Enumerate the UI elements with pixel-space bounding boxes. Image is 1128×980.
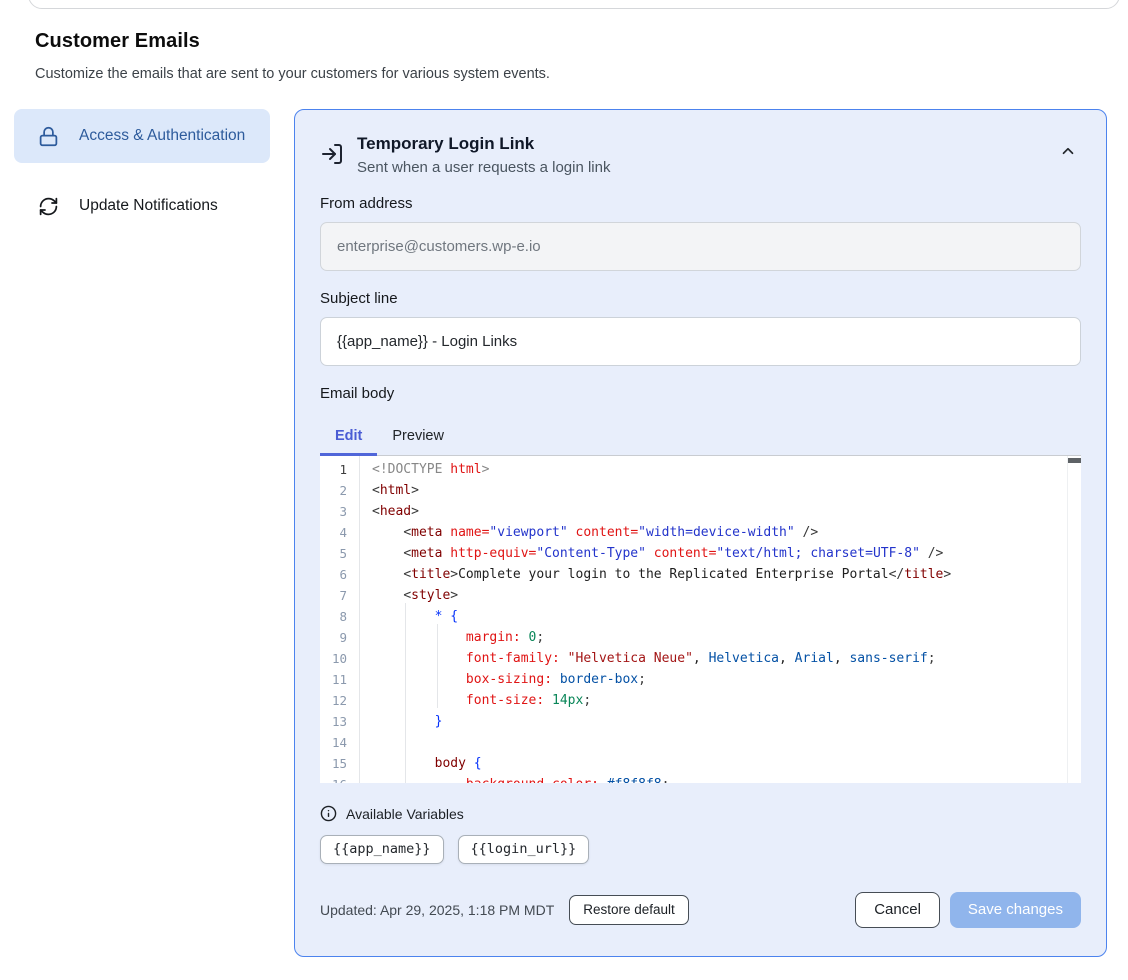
cancel-button[interactable]: Cancel	[855, 892, 940, 928]
restore-default-button[interactable]: Restore default	[569, 895, 689, 925]
line-number: 8	[320, 606, 359, 627]
page-title: Customer Emails	[35, 30, 1128, 53]
editor-code[interactable]: <!DOCTYPE html><html><head> <meta name="…	[359, 456, 1081, 783]
line-number: 7	[320, 585, 359, 606]
line-number: 3	[320, 501, 359, 522]
code-line: <head>	[372, 501, 1081, 522]
sidebar-item-update-notifications[interactable]: Update Notifications	[14, 183, 270, 229]
code-line: <!DOCTYPE html>	[372, 459, 1081, 480]
sidebar-item-label: Update Notifications	[79, 194, 218, 218]
line-number: 13	[320, 711, 359, 732]
variable-chips: {{app_name}} {{login_url}}	[320, 835, 1081, 864]
lock-icon	[38, 126, 59, 147]
from-address-input[interactable]	[320, 222, 1081, 271]
code-line: <style>	[372, 585, 1081, 606]
indent-guide	[437, 624, 438, 708]
page-header: Customer Emails Customize the emails tha…	[0, 0, 1128, 82]
available-variables-header: Available Variables	[320, 805, 1081, 822]
variable-chip-app-name[interactable]: {{app_name}}	[320, 835, 444, 864]
sidebar-item-label: Access & Authentication	[79, 124, 245, 148]
panel-header-text: Temporary Login Link Sent when a user re…	[357, 134, 1042, 176]
chevron-up-icon	[1059, 142, 1077, 163]
code-line: margin: 0;	[372, 627, 1081, 648]
scrollbar-thumb[interactable]	[1068, 458, 1081, 463]
line-number: 10	[320, 648, 359, 669]
subject-line-input[interactable]	[320, 317, 1081, 366]
code-line: font-family: "Helvetica Neue", Helvetica…	[372, 648, 1081, 669]
previous-card-bottom-edge	[28, 0, 1120, 9]
updated-timestamp: Updated: Apr 29, 2025, 1:18 PM MDT	[320, 902, 554, 918]
panel-title: Temporary Login Link	[357, 134, 1042, 154]
subject-line-label: Subject line	[320, 290, 1081, 307]
code-line: <meta name="viewport" content="width=dev…	[372, 522, 1081, 543]
collapse-button[interactable]	[1055, 138, 1081, 167]
email-body-tabs: EditPreview	[320, 417, 1081, 455]
code-line: }	[372, 711, 1081, 732]
code-line: <meta http-equiv="Content-Type" content=…	[372, 543, 1081, 564]
panel-footer: Updated: Apr 29, 2025, 1:18 PM MDT Resto…	[320, 892, 1081, 928]
code-line: font-size: 14px;	[372, 690, 1081, 711]
code-editor[interactable]: 12345678910111213141516 <!DOCTYPE html><…	[320, 455, 1081, 783]
page-description: Customize the emails that are sent to yo…	[35, 66, 1128, 82]
code-line: * {	[372, 606, 1081, 627]
log-in-icon	[320, 142, 344, 166]
scrollbar-track	[1067, 456, 1068, 783]
from-address-label: From address	[320, 195, 1081, 212]
email-types-sidebar: Access & Authentication Update Notificati…	[14, 109, 270, 229]
line-number: 11	[320, 669, 359, 690]
indent-guide	[405, 603, 406, 783]
save-changes-button[interactable]: Save changes	[950, 892, 1081, 928]
line-number: 6	[320, 564, 359, 585]
code-line	[372, 732, 1081, 753]
panel-subtitle: Sent when a user requests a login link	[357, 159, 1042, 176]
tab-edit[interactable]: Edit	[320, 417, 377, 455]
code-line: box-sizing: border-box;	[372, 669, 1081, 690]
available-variables-section: Available Variables {{app_name}} {{login_…	[320, 805, 1081, 864]
sidebar-item-access-authentication[interactable]: Access & Authentication	[14, 109, 270, 163]
gutter-divider	[359, 456, 360, 783]
refresh-icon	[38, 196, 59, 217]
content-layout: Access & Authentication Update Notificati…	[0, 109, 1128, 957]
info-icon	[320, 805, 337, 822]
line-number: 1	[320, 459, 359, 480]
editor-gutter: 12345678910111213141516	[320, 456, 359, 783]
line-number: 5	[320, 543, 359, 564]
line-number: 15	[320, 753, 359, 774]
temporary-login-link-panel: Temporary Login Link Sent when a user re…	[294, 109, 1107, 957]
code-line: <html>	[372, 480, 1081, 501]
available-variables-label: Available Variables	[346, 806, 464, 822]
panel-header: Temporary Login Link Sent when a user re…	[320, 134, 1081, 176]
code-line: background-color: #f8f8f8;	[372, 774, 1081, 783]
line-number: 9	[320, 627, 359, 648]
code-line: <title>Complete your login to the Replic…	[372, 564, 1081, 585]
variable-chip-login-url[interactable]: {{login_url}}	[458, 835, 590, 864]
line-number: 4	[320, 522, 359, 543]
line-number: 12	[320, 690, 359, 711]
tab-preview[interactable]: Preview	[377, 417, 459, 455]
line-number: 14	[320, 732, 359, 753]
email-body-label: Email body	[320, 385, 1081, 402]
line-number: 16	[320, 774, 359, 783]
code-line: body {	[372, 753, 1081, 774]
line-number: 2	[320, 480, 359, 501]
